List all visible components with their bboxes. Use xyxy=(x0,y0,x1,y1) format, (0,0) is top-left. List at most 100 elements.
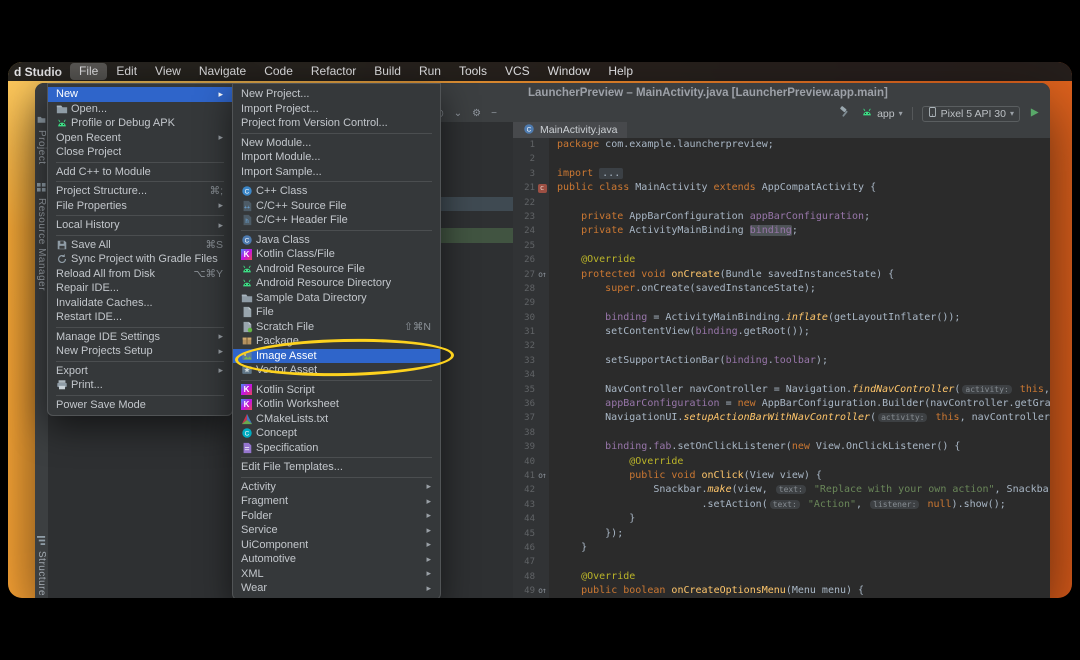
file-menu-item-file-properties[interactable]: File Properties▸ xyxy=(48,199,232,214)
gutter-cell[interactable]: 36 xyxy=(513,397,549,411)
code-line[interactable]: 41o↑ public void onClick(View view) { xyxy=(513,469,1050,483)
new-submenu-item-cmakelists-txt[interactable]: CMakeLists.txt xyxy=(233,412,440,427)
gutter-cell[interactable]: 35 xyxy=(513,383,549,397)
overrides-method-gutter-icon[interactable]: o↑ xyxy=(536,586,548,597)
gutter-cell[interactable]: 39 xyxy=(513,440,549,454)
file-menu-item-repair-ide[interactable]: Repair IDE... xyxy=(48,281,232,296)
code-line[interactable]: 46 } xyxy=(513,541,1050,555)
gutter-cell[interactable]: 42 xyxy=(513,483,549,497)
new-submenu-item-scratch-file[interactable]: Scratch File⇧⌘N xyxy=(233,320,440,335)
menubar-item-tools[interactable]: Tools xyxy=(450,63,496,80)
menubar-item-window[interactable]: Window xyxy=(539,63,600,80)
new-submenu-item-import-sample[interactable]: Import Sample... xyxy=(233,165,440,180)
new-submenu-item-file[interactable]: File xyxy=(233,305,440,320)
settings-icon[interactable]: ⚙ xyxy=(472,107,481,120)
code-line[interactable]: 40 @Override xyxy=(513,455,1050,469)
file-menu-item-restart-ide[interactable]: Restart IDE... xyxy=(48,310,232,325)
file-menu-item-save-all[interactable]: Save All⌘S xyxy=(48,238,232,253)
code-line[interactable]: 45 }); xyxy=(513,527,1050,541)
new-submenu-item-activity[interactable]: Activity▸ xyxy=(233,480,440,495)
code-line[interactable]: 29 xyxy=(513,296,1050,310)
device-selector[interactable]: Pixel 5 API 30 ▾ xyxy=(922,106,1020,122)
new-submenu-item-package[interactable]: Package xyxy=(233,334,440,349)
code-line[interactable]: 25 xyxy=(513,239,1050,253)
new-submenu-item-fragment[interactable]: Fragment▸ xyxy=(233,494,440,509)
gutter-cell[interactable]: 27o↑ xyxy=(513,268,549,282)
gutter-cell[interactable]: 40 xyxy=(513,455,549,469)
module-selector[interactable]: app ▾ xyxy=(861,106,903,121)
code-line[interactable]: 21cpublic class MainActivity extends App… xyxy=(513,181,1050,195)
gutter-cell[interactable]: 41o↑ xyxy=(513,469,549,483)
gutter-cell[interactable]: 48 xyxy=(513,570,549,584)
code-line[interactable]: 49o↑ public boolean onCreateOptionsMenu(… xyxy=(513,584,1050,598)
new-submenu-item-c-c-source-file[interactable]: ++C/C++ Source File xyxy=(233,199,440,214)
new-submenu-item-folder[interactable]: Folder▸ xyxy=(233,509,440,524)
code-line[interactable]: 37 NavigationUI.setupActionBarWithNavCon… xyxy=(513,411,1050,425)
menubar-item-navigate[interactable]: Navigate xyxy=(190,63,255,80)
new-submenu-item-kotlin-worksheet[interactable]: KKotlin Worksheet xyxy=(233,397,440,412)
gutter-cell[interactable]: 43 xyxy=(513,498,549,512)
gutter-cell[interactable]: 49o↑ xyxy=(513,584,549,598)
new-submenu-item-vector-asset[interactable]: Vector Asset xyxy=(233,363,440,378)
menubar-item-vcs[interactable]: VCS xyxy=(496,63,539,80)
overrides-method-gutter-icon[interactable]: o↑ xyxy=(536,269,548,280)
code-line[interactable]: 26 @Override xyxy=(513,253,1050,267)
gutter-cell[interactable]: 31 xyxy=(513,325,549,339)
menubar-item-help[interactable]: Help xyxy=(599,63,642,80)
new-submenu-item-kotlin-class-file[interactable]: KKotlin Class/File xyxy=(233,247,440,262)
code-line[interactable]: 24 private ActivityMainBinding binding; xyxy=(513,224,1050,238)
new-submenu-item-java-class[interactable]: CJava Class xyxy=(233,233,440,248)
gutter-cell[interactable]: 24 xyxy=(513,224,549,238)
file-menu-item-print[interactable]: Print... xyxy=(48,378,232,393)
gutter-cell[interactable]: 22 xyxy=(513,196,549,210)
gutter-cell[interactable]: 37 xyxy=(513,411,549,425)
new-submenu-item-c-class[interactable]: CC++ Class xyxy=(233,184,440,199)
new-submenu-item-import-project[interactable]: Import Project... xyxy=(233,102,440,117)
new-submenu-item-service[interactable]: Service▸ xyxy=(233,523,440,538)
code-line[interactable]: 31 setContentView(binding.getRoot()); xyxy=(513,325,1050,339)
tab-mainactivity-java[interactable]: C MainActivity.java xyxy=(513,122,627,138)
code-line[interactable]: 32 xyxy=(513,339,1050,353)
new-submenu-item-project-from-version-control[interactable]: Project from Version Control... xyxy=(233,116,440,131)
hide-icon[interactable]: − xyxy=(491,107,497,120)
file-menu-item-profile-or-debug-apk[interactable]: Profile or Debug APK xyxy=(48,116,232,131)
menubar-app-name[interactable]: d Studio xyxy=(8,65,70,79)
code-line[interactable]: 48 @Override xyxy=(513,570,1050,584)
gutter-cell[interactable]: 32 xyxy=(513,339,549,353)
file-menu-item-add-c-to-module[interactable]: Add C++ to Module xyxy=(48,165,232,180)
code-editor[interactable]: 1package com.example.launcherpreview;23i… xyxy=(513,138,1050,598)
menubar-item-view[interactable]: View xyxy=(146,63,190,80)
new-submenu-item-xml[interactable]: XML▸ xyxy=(233,567,440,582)
code-line[interactable]: 30 binding = ActivityMainBinding.inflate… xyxy=(513,311,1050,325)
gutter-cell[interactable]: 2 xyxy=(513,152,549,166)
code-line[interactable]: 2 xyxy=(513,152,1050,166)
code-line[interactable]: 33 setSupportActionBar(binding.toolbar); xyxy=(513,354,1050,368)
expand-icon[interactable]: ⌄ xyxy=(454,107,462,120)
code-line[interactable]: 3import ... xyxy=(513,167,1050,181)
gutter-cell[interactable]: 3 xyxy=(513,167,549,181)
new-submenu-item-uicomponent[interactable]: UiComponent▸ xyxy=(233,538,440,553)
code-line[interactable]: 27o↑ protected void onCreate(Bundle save… xyxy=(513,268,1050,282)
file-menu-item-project-structure[interactable]: Project Structure...⌘; xyxy=(48,184,232,199)
tool-window-button-structure[interactable]: Structure xyxy=(35,536,48,596)
new-submenu-item-image-asset[interactable]: Image Asset xyxy=(233,349,440,364)
code-line[interactable]: 39 binding.fab.setOnClickListener(new Vi… xyxy=(513,440,1050,454)
menubar-item-build[interactable]: Build xyxy=(365,63,410,80)
new-submenu-item-wear[interactable]: Wear▸ xyxy=(233,581,440,596)
menubar-item-code[interactable]: Code xyxy=(255,63,302,80)
file-menu-item-open[interactable]: Open... xyxy=(48,102,232,117)
gutter-cell[interactable]: 28 xyxy=(513,282,549,296)
file-menu-item-close-project[interactable]: Close Project xyxy=(48,145,232,160)
gutter-cell[interactable]: 46 xyxy=(513,541,549,555)
new-submenu-item-automotive[interactable]: Automotive▸ xyxy=(233,552,440,567)
code-line[interactable]: 47 xyxy=(513,555,1050,569)
new-submenu-item-android-resource-directory[interactable]: Android Resource Directory xyxy=(233,276,440,291)
file-menu-item-manage-ide-settings[interactable]: Manage IDE Settings▸ xyxy=(48,330,232,345)
new-submenu-item-new-project[interactable]: New Project... xyxy=(233,87,440,102)
new-submenu-item-edit-file-templates[interactable]: Edit File Templates... xyxy=(233,460,440,475)
file-menu-item-new[interactable]: New▸ xyxy=(48,87,232,102)
file-menu-item-export[interactable]: Export▸ xyxy=(48,364,232,379)
code-line[interactable]: 22 xyxy=(513,196,1050,210)
code-line[interactable]: 44 } xyxy=(513,512,1050,526)
gutter-cell[interactable]: 47 xyxy=(513,555,549,569)
